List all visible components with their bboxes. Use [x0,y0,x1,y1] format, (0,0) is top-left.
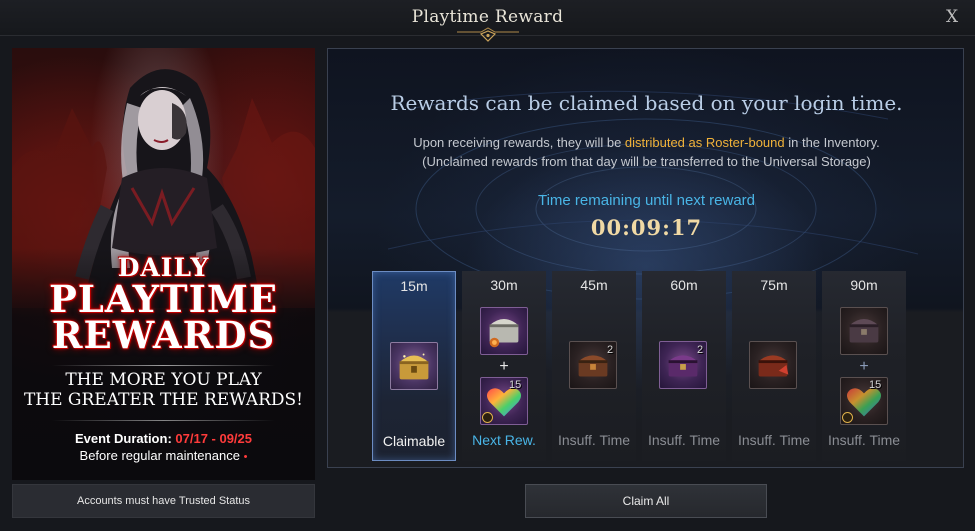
plus-sign: + [499,358,509,375]
title-ornament-icon [457,27,519,42]
trusted-status-notice: Accounts must have Trusted Status [12,484,315,518]
banner-divider-2 [52,420,275,421]
close-button[interactable]: X [941,6,963,28]
slot-time: 90m [850,277,878,293]
clock-badge-icon [482,412,493,423]
item-count: 2 [697,344,704,356]
maintenance-mark: • [243,451,248,463]
slot-status: Insuff. Time [647,432,721,448]
info-highlight: distributed as Roster-bound [624,135,785,150]
slot-status: Next Rew. [472,432,536,448]
reward-slot-60m[interactable]: 60m 2 Insuff. Time [642,271,726,461]
maintenance-note-text: Before regular maintenance [79,448,240,463]
event-duration-label: Event Duration: [74,431,176,446]
gold-chest-icon[interactable] [390,342,438,390]
maintenance-note: Before regular maintenance • [12,448,315,463]
reward-slot-90m[interactable]: 90m + 15 Insuff. Time [822,271,906,461]
slot-time: 60m [670,277,698,293]
plus-sign: + [859,358,869,375]
reward-panel: Rewards can be claimed based on your log… [327,48,964,468]
slot-status: Insuff. Time [737,432,811,448]
dark-chest-icon[interactable] [840,307,888,355]
info-line-1: Upon receiving rewards, they will be dis… [328,135,963,150]
slot-status: Insuff. Time [827,432,901,448]
timer-label: Time remaining until next reward [537,192,756,209]
slot-status: Claimable [382,433,446,449]
slot-time: 45m [580,277,608,293]
claim-all-button[interactable]: Claim All [525,484,767,518]
timer-value: 00:09:17 [590,215,703,240]
event-banner: DAILY PLAYTIME REWARDS THE MORE YOU PLAY… [12,48,315,480]
info-prefix: Upon receiving rewards, they will be [413,135,625,150]
silver-chest-icon[interactable] [480,307,528,355]
background-swirl [387,90,919,300]
slot-time: 75m [760,277,788,293]
reward-slot-75m[interactable]: 75m Insuff. Time [732,271,816,461]
info-suffix: in the Inventory. [784,135,880,150]
banner-divider [52,365,275,366]
headline: Rewards can be claimed based on your log… [390,91,903,115]
info-line-2: (Unclaimed rewards from that day will be… [422,154,871,169]
event-duration-dates: 07/17 - 09/25 [175,431,253,446]
slot-time: 15m [400,278,428,294]
reward-slot-30m[interactable]: 30m + 15 Next Rew. [462,271,546,461]
item-count: 2 [607,344,614,356]
item-count: 15 [869,379,882,391]
slot-time: 30m [490,277,518,293]
banner-tagline-1: THE MORE YOU PLAY [65,370,262,390]
red-chest-icon[interactable] [749,341,797,389]
reward-slot-15m[interactable]: 15m Claimable [372,271,456,461]
banner-tagline-2: THE GREATER THE REWARDS! [23,390,304,410]
item-count: 15 [509,379,522,391]
slot-status: Insuff. Time [557,432,631,448]
clock-badge-icon [842,412,853,423]
title-bar: Playtime Reward X [0,0,975,42]
reward-slot-45m[interactable]: 45m 2 Insuff. Time [552,271,636,461]
banner-title-rewards: REWARDS [51,313,276,357]
event-duration: Event Duration: 07/17 - 09/25 [12,431,315,446]
window-title: Playtime Reward [411,7,564,27]
